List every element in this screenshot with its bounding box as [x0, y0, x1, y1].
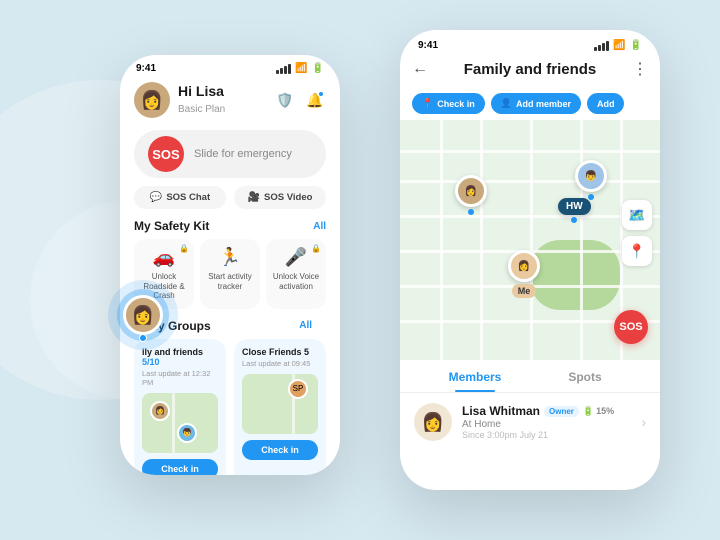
notification-dot — [318, 91, 324, 97]
right-action-bar: 📍 Check in 👤 Add member Add — [400, 87, 660, 120]
group-card-close[interactable]: Close Friends 5 Last update at 09:45 SP … — [234, 339, 326, 475]
chat-label: SOS Chat — [166, 192, 210, 203]
map-area[interactable]: 👩 HW 👩 Me 👦 SOS 🗺️ 📍 — [400, 120, 660, 360]
kit-voice-label: Unlock Voice activation — [272, 272, 320, 291]
chevron-right-icon: › — [641, 414, 646, 430]
sos-chat-button[interactable]: 💬 SOS Chat — [134, 186, 226, 209]
map-pin-avatar-3: 👦 — [575, 160, 607, 200]
tabs-bar: Members Spots — [400, 360, 660, 393]
right-header: ← Family and friends ⋮ — [400, 55, 660, 87]
status-icons-left: 📶 🔋 — [276, 63, 324, 74]
safety-kit-all[interactable]: All — [313, 221, 326, 232]
map-location-button[interactable]: 📍 — [622, 236, 652, 266]
status-icons-right: 📶 🔋 — [594, 40, 642, 51]
add-member-button[interactable]: 👤 Add member — [491, 93, 581, 114]
safety-kit-title: My Safety Kit — [134, 219, 209, 233]
more-button[interactable]: ⋮ — [632, 59, 648, 79]
signal-right — [594, 41, 609, 51]
group-close-update: Last update at 09:45 — [242, 359, 318, 368]
members-list: 👩 Lisa Whitman Owner 🔋 15% At Home Since… — [400, 393, 660, 451]
battery-indicator: 🔋 15% — [583, 406, 614, 417]
sos-video-button[interactable]: 🎥 SOS Video — [234, 186, 326, 209]
checkin-button-family[interactable]: Check in — [142, 459, 218, 475]
lock-icon: 🔒 — [179, 244, 189, 253]
member-since: Since 3:00pm July 21 — [462, 430, 631, 440]
group-close-map: SP — [242, 374, 318, 434]
user-avatar-left: 👩 — [134, 82, 170, 118]
groups-all[interactable]: All — [299, 320, 312, 331]
map-pin-hw: HW — [558, 198, 591, 223]
time-left: 9:41 — [136, 63, 156, 74]
back-button[interactable]: ← — [412, 60, 428, 78]
location-dot — [139, 334, 147, 342]
map-pin-avatar-1: 👩 — [455, 175, 487, 215]
map-pin-sp: SP — [288, 379, 308, 399]
kit-tracker-label: Start activity tracker — [206, 272, 254, 291]
kit-item-voice[interactable]: 🎤 🔒 Unlock Voice activation — [266, 239, 326, 309]
add-button[interactable]: Add — [587, 93, 625, 114]
tab-members[interactable]: Members — [420, 360, 530, 392]
bell-icon[interactable]: 🔔 — [304, 89, 326, 111]
map-sos-button[interactable]: SOS — [614, 310, 648, 344]
member-avatar-lisa: 👩 — [414, 403, 452, 441]
video-icon: 🎥 — [248, 192, 260, 203]
battery-icon-left: 🔋 — [312, 63, 324, 74]
lock-icon-voice: 🔒 — [311, 244, 321, 253]
checkin-button-close[interactable]: Check in — [242, 440, 318, 460]
sos-slider[interactable]: SOS Slide for emergency — [134, 130, 326, 178]
status-bar-right: 9:41 📶 🔋 — [400, 30, 660, 55]
map-pin-me: 👩 Me — [508, 250, 540, 298]
sos-slide-text: Slide for emergency — [194, 148, 292, 160]
signal-left — [276, 64, 291, 74]
group-card-family[interactable]: ily and friends 5/10 Last update at 12:3… — [134, 339, 226, 475]
groups-cards: ily and friends 5/10 Last update at 12:3… — [134, 339, 326, 475]
member-location: At Home — [462, 419, 631, 430]
action-row: 💬 SOS Chat 🎥 SOS Video — [134, 186, 326, 209]
wifi-icon-right: 📶 — [613, 40, 625, 51]
add-member-icon: 👤 — [501, 98, 512, 109]
status-bar-left: 9:41 📶 🔋 — [120, 55, 340, 78]
greeting-text: Hi Lisa — [178, 83, 225, 99]
avatar: 👩 — [123, 295, 163, 335]
video-label: SOS Video — [264, 192, 312, 203]
battery-icon-right: 🔋 — [630, 40, 642, 51]
map-layers-button[interactable]: 🗺️ — [622, 200, 652, 230]
checkin-icon: 📍 — [422, 98, 433, 109]
tab-spots[interactable]: Spots — [530, 360, 640, 392]
group-family-map: 👩 👦 — [142, 393, 218, 453]
group-family-update: Last update at 12:32 PM — [142, 369, 218, 387]
group-close-title: Close Friends 5 — [242, 347, 318, 357]
member-row-lisa[interactable]: 👩 Lisa Whitman Owner 🔋 15% At Home Since… — [414, 403, 646, 441]
wifi-icon-left: 📶 — [295, 63, 307, 74]
page-title: Family and friends — [434, 61, 626, 78]
right-phone: 9:41 📶 🔋 ← Family and friends ⋮ 📍 Check … — [400, 30, 660, 490]
shield-icon[interactable]: 🛡️ — [274, 89, 296, 111]
map-toolbar: 🗺️ 📍 — [622, 200, 652, 266]
member-name-text: Lisa Whitman — [462, 404, 540, 418]
owner-badge: Owner — [544, 406, 579, 417]
left-phone: 9:41 📶 🔋 👩 Hi Lisa Basic Plan 🛡️ 🔔 — [120, 55, 340, 475]
plan-text: Basic Plan — [178, 104, 225, 115]
map-pin-1: 👩 — [150, 401, 170, 421]
map-pin-2: 👦 — [177, 423, 197, 443]
checkin-action-button[interactable]: 📍 Check in — [412, 93, 485, 114]
time-right: 9:41 — [418, 40, 438, 51]
sos-button[interactable]: SOS — [148, 136, 184, 172]
safety-kit-header: My Safety Kit All — [120, 219, 340, 239]
floating-person-chip: 👩 — [108, 280, 178, 350]
chat-icon: 💬 — [150, 192, 162, 203]
app-header-left: 👩 Hi Lisa Basic Plan 🛡️ 🔔 — [120, 78, 340, 126]
kit-item-tracker[interactable]: 🏃 Start activity tracker — [200, 239, 260, 309]
